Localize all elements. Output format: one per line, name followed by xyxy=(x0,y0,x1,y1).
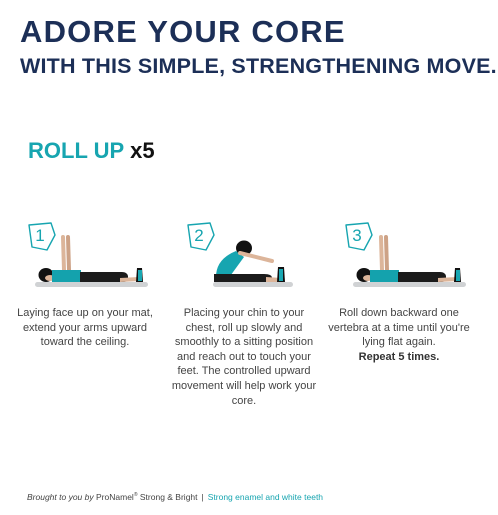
footer-tagline: Strong enamel and white teeth xyxy=(207,492,324,502)
step-1-figure-lying-arms-up xyxy=(35,235,148,287)
page-title: ADORE YOUR CORE xyxy=(20,14,346,49)
footer-brand: ProNamel xyxy=(96,492,134,502)
footer: Brought to you by ProNamel® Strong & Bri… xyxy=(27,492,323,502)
footer-registered-mark: ® xyxy=(133,492,138,499)
step-2-number: 2 xyxy=(194,226,204,245)
step-3-figure-lying-arms-up xyxy=(353,235,466,287)
step-2-text: Placing your chin to your chest, roll up… xyxy=(171,307,317,407)
step-1-text: Laying face up on your mat, extend your … xyxy=(17,307,153,349)
step-2-figure-sitting-reach xyxy=(213,240,293,287)
step-3-text: Roll down backward one vertebra at a tim… xyxy=(328,307,470,349)
footer-brought-by: Brought to you by xyxy=(27,492,94,502)
page-subtitle: WITH THIS SIMPLE, STRENGTHENING MOVE. xyxy=(20,54,497,78)
step-2-description: Placing your chin to your chest, roll up… xyxy=(169,306,319,408)
move-name: ROLL UP xyxy=(28,138,125,163)
move-heading: ROLL UP x5 xyxy=(28,138,155,164)
step-3-emphasis: Repeat 5 times. xyxy=(358,350,440,363)
step-1-description: Laying face up on your mat, extend your … xyxy=(10,306,160,350)
footer-separator: | xyxy=(201,492,204,502)
footer-product: Strong & Bright xyxy=(139,492,198,502)
move-reps: x5 xyxy=(130,138,155,163)
step-3-description: Roll down backward one vertebra at a tim… xyxy=(324,306,474,364)
